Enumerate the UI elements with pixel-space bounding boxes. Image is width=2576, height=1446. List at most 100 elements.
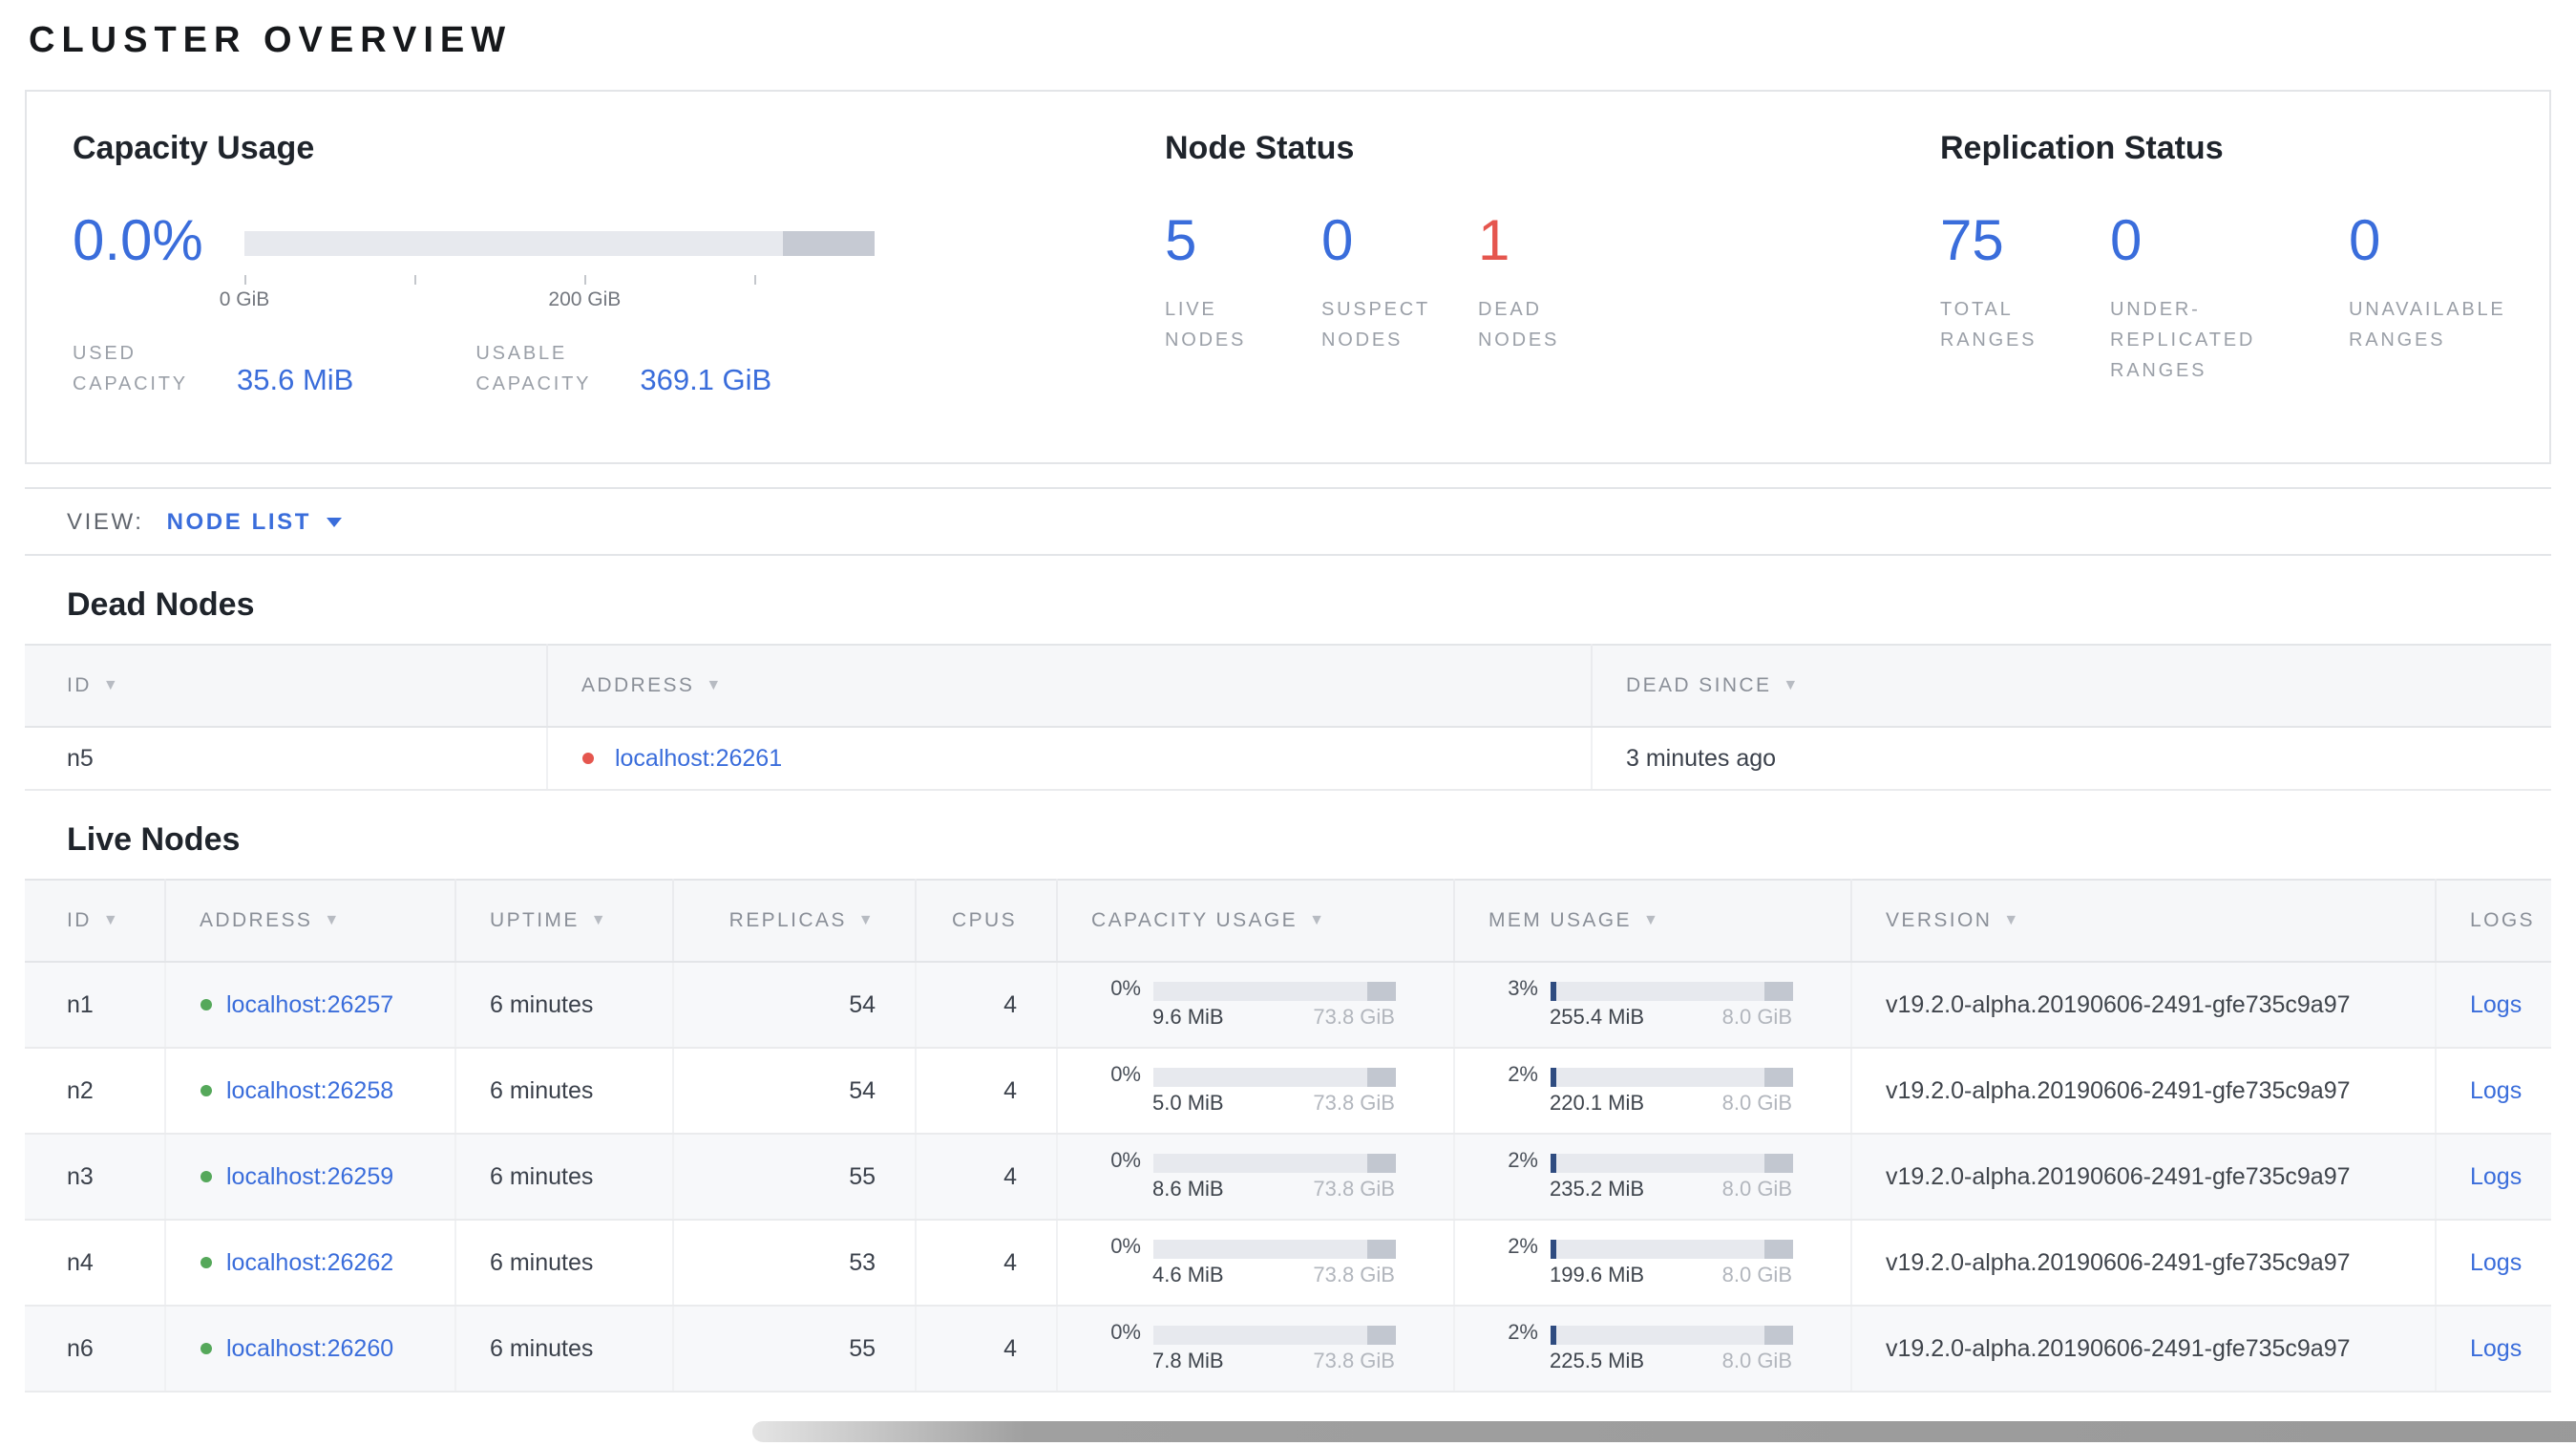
column-label: DEAD SINCE (1626, 674, 1772, 697)
mem-usage-cell: 3% 255.4 MiB 8.0 GiB (1453, 962, 1851, 1049)
view-bar: VIEW: NODE LIST (25, 487, 2551, 556)
node-address-cell: localhost:26260 (164, 1306, 455, 1393)
logs-cell: Logs (2435, 962, 2551, 1049)
logs-link[interactable]: Logs (2470, 1335, 2522, 1362)
axis-tick (584, 275, 587, 285)
dead-status-icon (581, 753, 593, 764)
column-label: ID (67, 674, 92, 697)
used-capacity-label: USED CAPACITY (73, 344, 188, 395)
node-version: v19.2.0-alpha.20190606-2491-gfe735c9a97 (1850, 1220, 2436, 1307)
logs-link[interactable]: Logs (2470, 1249, 2522, 1276)
node-address-link[interactable]: localhost:26259 (226, 1163, 393, 1190)
node-uptime: 6 minutes (454, 1134, 673, 1221)
column-header-id[interactable]: ID ▼ (25, 880, 165, 963)
node-replicas: 53 (672, 1220, 916, 1307)
node-version: v19.2.0-alpha.20190606-2491-gfe735c9a97 (1850, 1306, 2436, 1393)
node-status-title: Node Status (1165, 130, 1355, 166)
node-status-section: Node Status 5 LIVE NODES 0 SUSPECT NODES… (1165, 130, 1940, 416)
bar-dark-segment (1366, 1325, 1395, 1344)
logs-cell: Logs (2435, 1220, 2551, 1307)
node-uptime: 6 minutes (454, 1306, 673, 1393)
sort-desc-icon: ▼ (857, 911, 876, 928)
view-selector-dropdown[interactable]: NODE LIST (167, 508, 342, 535)
capacity-used: 5.0 MiB (1152, 1093, 1224, 1116)
page-title: CLUSTER OVERVIEW (29, 21, 513, 61)
capacity-used: 8.6 MiB (1152, 1179, 1224, 1201)
column-label: ADDRESS (200, 909, 313, 932)
table-row: n6 localhost:26260 6 minutes 55 4 0% 7.8… (25, 1306, 2551, 1393)
column-header-mem-usage[interactable]: MEM USAGE ▼ (1453, 880, 1851, 963)
bar-used-fill (1550, 1153, 1555, 1172)
live-nodes-stat: 5 LIVE NODES (1165, 210, 1321, 357)
column-label: MEM USAGE (1489, 909, 1632, 932)
live-status-icon (200, 1171, 211, 1182)
live-nodes-count: 5 (1165, 210, 1197, 273)
capacity-total: 73.8 GiB (1313, 1093, 1395, 1116)
mem-total: 8.0 GiB (1721, 1007, 1792, 1030)
node-id: n4 (25, 1220, 165, 1307)
capacity-usage-cell: 0% 4.6 MiB 73.8 GiB (1056, 1220, 1454, 1307)
logs-cell: Logs (2435, 1306, 2551, 1393)
column-header-uptime[interactable]: UPTIME ▼ (454, 880, 673, 963)
sort-desc-icon: ▼ (1642, 911, 1661, 928)
column-header-version[interactable]: VERSION ▼ (1850, 880, 2436, 963)
cluster-summary-card: Capacity Usage 0.0% 0 GiB 200 GiB USED C… (25, 90, 2551, 464)
suspect-nodes-count: 0 (1321, 210, 1354, 273)
bar-dark-segment (1763, 1239, 1792, 1258)
mem-total: 8.0 GiB (1721, 1350, 1792, 1373)
cluster-overview-screen: CLUSTER OVERVIEW Capacity Usage 0.0% 0 G… (0, 0, 2576, 1446)
table-row: n1 localhost:26257 6 minutes 54 4 0% 9.6… (25, 962, 2551, 1049)
horizontal-scrollbar-thumb[interactable] (752, 1421, 2576, 1442)
node-cpus: 4 (915, 1220, 1057, 1307)
dead-nodes-section-title: Dead Nodes (67, 586, 255, 623)
under-replicated-label: UNDER-REPLICATED RANGES (2110, 300, 2256, 382)
capacity-percent: 0% (1110, 1322, 1141, 1345)
node-address-link[interactable]: localhost:26258 (226, 1077, 393, 1104)
node-id: n6 (25, 1306, 165, 1393)
node-address-link[interactable]: localhost:26260 (226, 1335, 393, 1362)
capacity-bar (1152, 1067, 1395, 1086)
mem-usage-cell: 2% 220.1 MiB 8.0 GiB (1453, 1048, 1851, 1135)
column-header-id[interactable]: ID ▼ (25, 645, 547, 728)
node-address-link[interactable]: localhost:26257 (226, 991, 393, 1018)
bar-used-fill (1550, 1239, 1555, 1258)
column-header-capacity-usage[interactable]: CAPACITY USAGE ▼ (1056, 880, 1454, 963)
capacity-usage-title: Capacity Usage (73, 130, 315, 166)
logs-link[interactable]: Logs (2470, 1077, 2522, 1104)
replication-status-title: Replication Status (1940, 130, 2224, 166)
column-label: ADDRESS (581, 674, 695, 697)
capacity-bar (1152, 1239, 1395, 1258)
logs-cell: Logs (2435, 1048, 2551, 1135)
chevron-down-icon (327, 517, 342, 526)
axis-tick (754, 275, 757, 285)
logs-link[interactable]: Logs (2470, 991, 2522, 1018)
column-label: UPTIME (490, 909, 580, 932)
node-address-link[interactable]: localhost:26261 (615, 745, 782, 772)
node-version: v19.2.0-alpha.20190606-2491-gfe735c9a97 (1850, 962, 2436, 1049)
live-status-icon (200, 1257, 211, 1268)
column-header-address[interactable]: ADDRESS ▼ (164, 880, 455, 963)
capacity-bar (1152, 981, 1395, 1000)
under-replicated-ranges-stat: 0 UNDER-REPLICATED RANGES (2110, 213, 2349, 388)
sort-desc-icon: ▼ (590, 911, 608, 928)
sort-desc-icon: ▼ (706, 676, 724, 693)
node-replicas: 54 (672, 962, 916, 1049)
column-header-replicas[interactable]: REPLICAS ▼ (672, 880, 916, 963)
replication-status-section: Replication Status 75 TOTAL RANGES 0 UND… (1940, 130, 2559, 416)
node-replicas: 55 (672, 1134, 916, 1221)
node-id: n1 (25, 962, 165, 1049)
capacity-bar-dark-segment (783, 230, 875, 255)
bar-dark-segment (1366, 981, 1395, 1000)
column-header-address[interactable]: ADDRESS ▼ (546, 645, 1592, 728)
total-ranges-label: TOTAL RANGES (1940, 300, 2038, 351)
mem-total: 8.0 GiB (1721, 1179, 1792, 1201)
capacity-usage-cell: 0% 9.6 MiB 73.8 GiB (1056, 962, 1454, 1049)
column-header-dead-since[interactable]: DEAD SINCE ▼ (1591, 645, 2551, 728)
node-uptime: 6 minutes (454, 962, 673, 1049)
sort-desc-icon: ▼ (2003, 911, 2021, 928)
live-status-icon (200, 1085, 211, 1096)
node-address-link[interactable]: localhost:26262 (226, 1249, 393, 1276)
node-address-cell: localhost:26261 (546, 727, 1592, 791)
node-address-cell: localhost:26259 (164, 1134, 455, 1221)
logs-link[interactable]: Logs (2470, 1163, 2522, 1190)
